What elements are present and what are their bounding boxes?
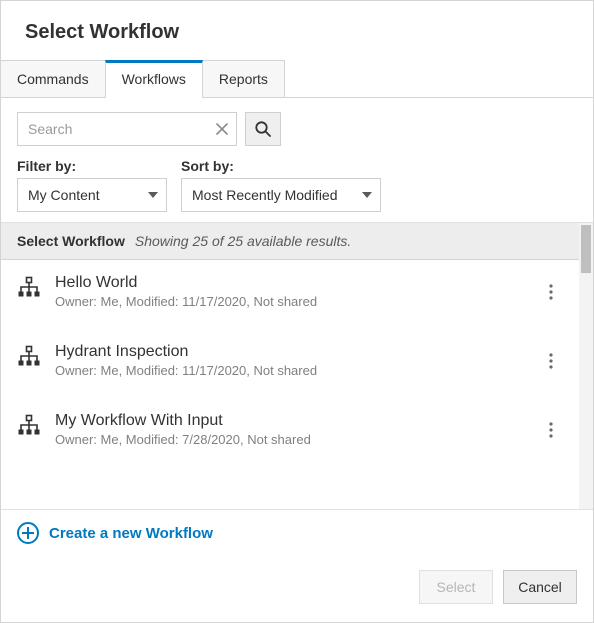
sort-select[interactable]: Most Recently Modified [181, 178, 381, 212]
list-item-meta: Owner: Me, Modified: 7/28/2020, Not shar… [55, 432, 525, 447]
search-row [17, 112, 577, 146]
results-heading: Select Workflow [17, 233, 125, 249]
sort-label: Sort by: [181, 158, 381, 174]
workflow-icon [17, 276, 41, 300]
select-workflow-dialog: Select Workflow Commands Workflows Repor… [0, 0, 594, 623]
item-menu-button[interactable] [539, 280, 563, 304]
list-item[interactable]: My Workflow With Input Owner: Me, Modifi… [1, 398, 579, 461]
list-item-text: Hydrant Inspection Owner: Me, Modified: … [55, 343, 525, 378]
chevron-down-icon [362, 192, 372, 198]
filters-row: Filter by: My Content Sort by: Most Rece… [17, 158, 577, 212]
workflow-list: Hello World Owner: Me, Modified: 11/17/2… [1, 260, 579, 461]
filter-field: Filter by: My Content [17, 158, 167, 212]
create-workflow-link[interactable]: Create a new Workflow [17, 522, 213, 544]
item-menu-button[interactable] [539, 418, 563, 442]
search-wrapper [17, 112, 237, 146]
x-icon [216, 123, 228, 135]
list-item-meta: Owner: Me, Modified: 11/17/2020, Not sha… [55, 363, 525, 378]
filter-value: My Content [28, 187, 100, 203]
list-item-title: My Workflow With Input [55, 412, 525, 430]
results-inner: Select Workflow Showing 25 of 25 availab… [1, 223, 579, 509]
cancel-button[interactable]: Cancel [503, 570, 577, 604]
list-item[interactable]: Hydrant Inspection Owner: Me, Modified: … [1, 329, 579, 392]
results-scrollbar[interactable] [579, 223, 593, 509]
list-item[interactable]: Hello World Owner: Me, Modified: 11/17/2… [1, 260, 579, 323]
filter-select[interactable]: My Content [17, 178, 167, 212]
chevron-down-icon [148, 192, 158, 198]
clear-search-button[interactable] [207, 112, 237, 146]
list-item-title: Hydrant Inspection [55, 343, 525, 361]
results-summary: Showing 25 of 25 available results. [135, 233, 351, 249]
more-vertical-icon [549, 353, 553, 369]
search-button[interactable] [245, 112, 281, 146]
filter-label: Filter by: [17, 158, 167, 174]
item-menu-button[interactable] [539, 349, 563, 373]
dialog-title: Select Workflow [1, 1, 593, 60]
sort-value: Most Recently Modified [192, 187, 338, 203]
more-vertical-icon [549, 422, 553, 438]
tab-reports[interactable]: Reports [202, 60, 285, 97]
search-icon [254, 120, 272, 138]
button-row: Select Cancel [1, 556, 593, 622]
tab-workflows[interactable]: Workflows [105, 60, 203, 97]
controls: Filter by: My Content Sort by: Most Rece… [1, 98, 593, 222]
results-header: Select Workflow Showing 25 of 25 availab… [1, 223, 579, 260]
scrollbar-thumb[interactable] [581, 225, 591, 273]
search-input[interactable] [17, 112, 237, 146]
select-button[interactable]: Select [419, 570, 493, 604]
dialog-body: Filter by: My Content Sort by: Most Rece… [1, 98, 593, 622]
more-vertical-icon [549, 284, 553, 300]
plus-circle-icon [17, 522, 39, 544]
list-item-text: Hello World Owner: Me, Modified: 11/17/2… [55, 274, 525, 309]
results-area: Select Workflow Showing 25 of 25 availab… [1, 222, 593, 509]
list-item-title: Hello World [55, 274, 525, 292]
workflow-icon [17, 414, 41, 438]
sort-field: Sort by: Most Recently Modified [181, 158, 381, 212]
create-row: Create a new Workflow [1, 509, 593, 556]
list-item-text: My Workflow With Input Owner: Me, Modifi… [55, 412, 525, 447]
tab-bar: Commands Workflows Reports [1, 60, 593, 98]
workflow-icon [17, 345, 41, 369]
list-item-meta: Owner: Me, Modified: 11/17/2020, Not sha… [55, 294, 525, 309]
tab-commands[interactable]: Commands [1, 60, 106, 97]
create-workflow-label: Create a new Workflow [49, 525, 213, 542]
